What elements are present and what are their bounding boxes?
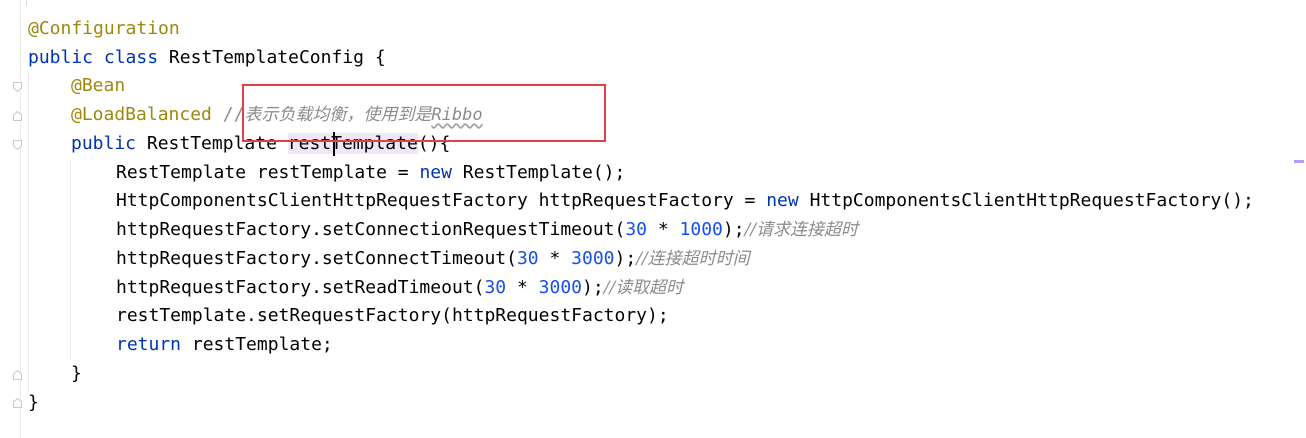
brace: { [363,47,386,68]
code-text: httpRequestFactory.setConnectTimeout( [116,248,517,269]
code-line-6[interactable]: RestTemplate restTemplate = new RestTemp… [116,159,625,187]
keyword: new [766,190,799,211]
code-line-10[interactable]: httpRequestFactory.setReadTimeout(30 * 3… [116,274,683,302]
operator: * [506,277,539,298]
code-line-7[interactable]: HttpComponentsClientHttpRequestFactory h… [116,187,1254,215]
number-literal: 3000 [538,277,583,298]
fold-marker-icon[interactable] [13,111,22,121]
fold-marker-icon[interactable] [13,82,22,92]
closing-brace: } [71,363,82,384]
code-line-2[interactable]: public class RestTemplateConfig { [28,44,386,72]
number-literal: 30 [516,248,539,269]
number-literal: 30 [625,219,648,240]
number-literal: 1000 [679,219,723,240]
number-literal: 3000 [571,248,615,269]
annotation: @Bean [71,75,126,96]
keyword: class [103,47,159,68]
code-text: ); [722,219,745,240]
code-line-9[interactable]: httpRequestFactory.setConnectTimeout(30 … [116,245,750,273]
code-line-13[interactable]: } [71,360,82,388]
comment: //读取超时 [603,278,684,298]
number-literal: 30 [484,277,507,298]
code-text: restTemplate.setRequestFactory(httpReque… [116,305,669,326]
code-text: httpRequestFactory.setReadTimeout( [116,277,485,298]
code-text: ); [582,277,604,298]
code-line-12[interactable]: return restTemplate; [116,331,333,359]
code-line-3[interactable]: @Bean [71,72,125,100]
code-line-14[interactable]: } [28,389,39,417]
indent-guide [28,72,29,392]
fold-marker-icon[interactable] [13,370,22,380]
fold-marker-icon[interactable] [13,140,22,150]
indent-guide [70,160,71,360]
code-text: restTemplate; [181,334,333,355]
comment: //请求连接超时 [744,220,859,240]
operator: * [647,219,680,240]
code-text: RestTemplate(); [451,162,626,183]
keyword: public [28,47,94,68]
code-line-11[interactable]: restTemplate.setRequestFactory(httpReque… [116,302,669,330]
annotation: @Configuration [28,18,180,39]
callout-box [242,84,606,142]
code-text: httpRequestFactory.setConnectionRequestT… [116,219,626,240]
code-line-1[interactable]: @Configuration [28,15,180,43]
gutter-fold-line [26,0,27,6]
code-text: RestTemplate restTemplate = [116,162,420,183]
code-text: ); [614,248,637,269]
closing-brace: } [28,392,39,413]
class-name: RestTemplateConfig [168,47,364,68]
scrollbar-marker[interactable] [1294,160,1304,163]
comment: //连接超时时间 [636,249,750,269]
code-text: HttpComponentsClientHttpRequestFactory()… [798,190,1254,211]
keyword: public [71,133,137,154]
code-line-8[interactable]: httpRequestFactory.setConnectionRequestT… [116,216,858,244]
annotation: @LoadBalanced [71,104,212,125]
fold-marker-icon[interactable] [13,398,22,408]
keyword: new [419,162,452,183]
operator: * [538,248,572,269]
keyword: return [116,334,182,355]
code-text: HttpComponentsClientHttpRequestFactory h… [116,190,767,211]
